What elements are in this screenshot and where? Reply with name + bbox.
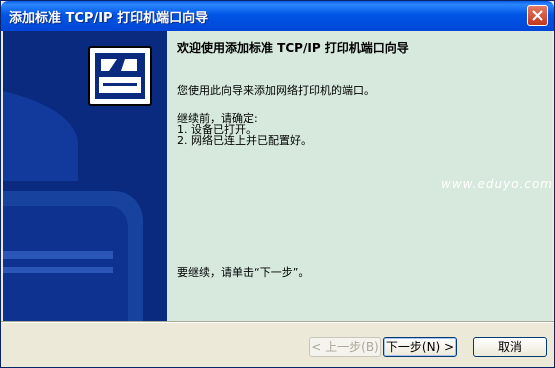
close-button[interactable] <box>527 5 548 26</box>
continue-text: 要继续，请单击“下一步”。 <box>177 266 310 279</box>
button-divider <box>1 321 554 323</box>
wizard-content: 欢迎使用添加标准 TCP/IP 打印机端口向导 您使用此向导来添加网络打印机的端… <box>167 31 552 321</box>
window-title: 添加标准 TCP/IP 打印机端口向导 <box>9 11 209 26</box>
checklist-item: 2. 网络已连上并已配置好。 <box>177 134 312 147</box>
back-button[interactable]: < 上一步(B) <box>309 337 381 357</box>
wizard-icon <box>88 46 152 106</box>
printer-graphic <box>3 46 152 321</box>
next-button[interactable]: 下一步(N) > <box>383 337 457 357</box>
cancel-button[interactable]: 取消 <box>473 337 547 357</box>
close-icon <box>532 10 543 21</box>
wizard-side-panel <box>3 31 167 321</box>
wizard-body: 欢迎使用添加标准 TCP/IP 打印机端口向导 您使用此向导来添加网络打印机的端… <box>3 31 552 321</box>
watermark: www.eduyo.com <box>441 177 553 191</box>
title-bar[interactable]: 添加标准 TCP/IP 打印机端口向导 <box>1 1 554 31</box>
intro-text: 您使用此向导来添加网络打印机的端口。 <box>177 84 375 97</box>
welcome-heading: 欢迎使用添加标准 TCP/IP 打印机端口向导 <box>177 41 409 55</box>
wizard-window: 添加标准 TCP/IP 打印机端口向导 欢迎使用添加标准 TCP/IP 打印机端… <box>0 0 555 368</box>
